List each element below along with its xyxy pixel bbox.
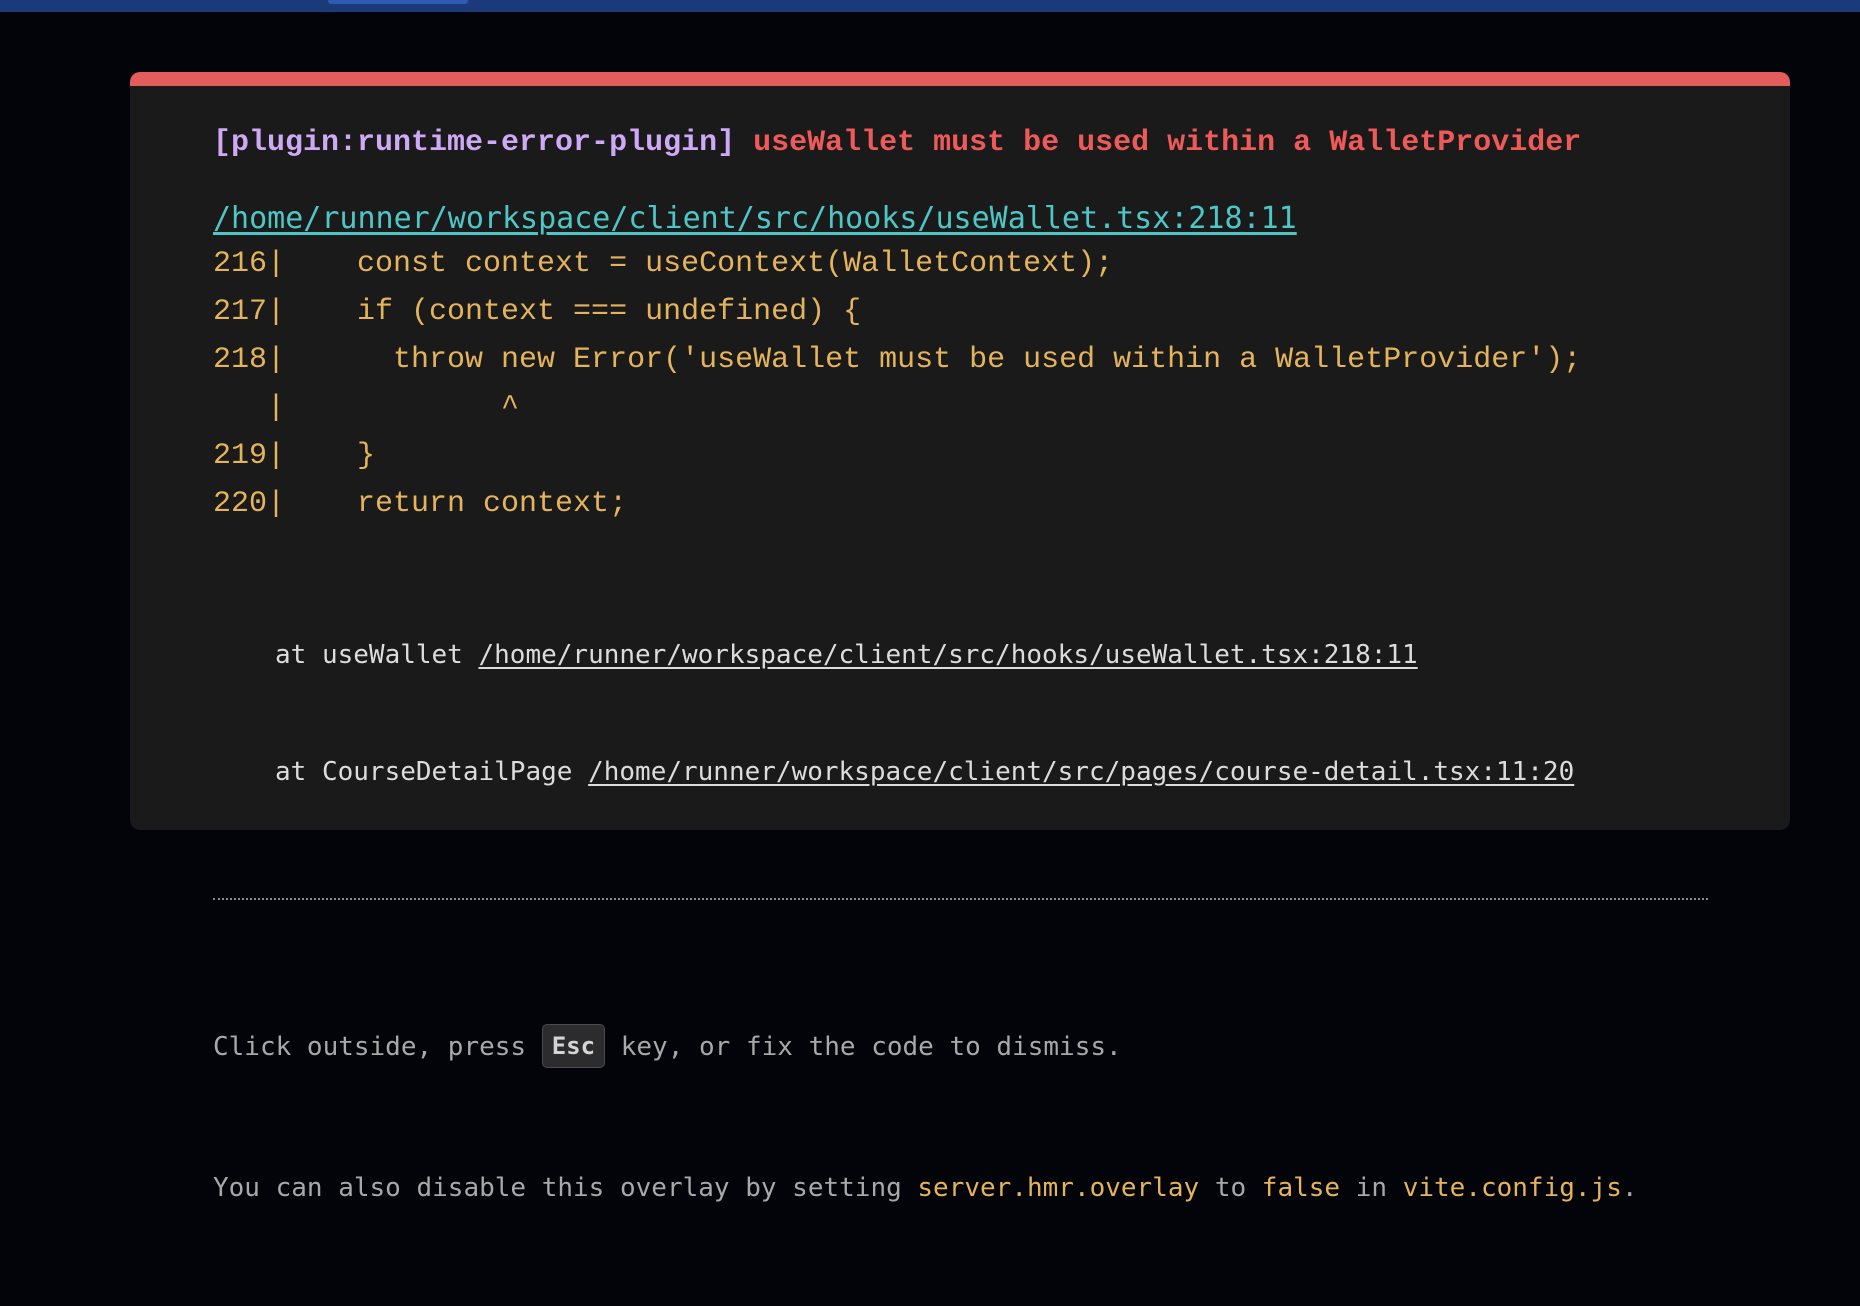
error-overlay-window: [plugin:runtime-error-plugin] useWallet … [130, 72, 1790, 1203]
code-frame-line: 216| const context = useContext(WalletCo… [213, 247, 1114, 281]
error-message: [plugin:runtime-error-plugin] useWallet … [213, 122, 1708, 164]
stack-frame: at useWallet /home/runner/workspace/clie… [275, 636, 1708, 675]
config-key-code: server.hmr.overlay [917, 1173, 1200, 1203]
stack-trace: at useWallet /home/runner/workspace/clie… [213, 558, 1708, 870]
code-frame-line: 218| throw new Error('useWallet must be … [213, 343, 1582, 377]
plugin-tag: [plugin:runtime-error-plugin] [213, 126, 736, 160]
code-frame: 216| const context = useContext(WalletCo… [213, 240, 1708, 528]
tip-text: key, or fix the code to dismiss. [605, 1032, 1122, 1062]
dismiss-tip: Click outside, press Esc key, or fix the… [213, 930, 1708, 1306]
tip-text: to [1199, 1173, 1262, 1203]
config-file-code: vite.config.js [1402, 1173, 1622, 1203]
esc-key-badge: Esc [541, 1023, 606, 1068]
stack-frame-link[interactable]: /home/runner/workspace/client/src/pages/… [588, 757, 1574, 787]
code-frame-line: 217| if (context === undefined) { [213, 295, 862, 329]
tip-line-config: You can also disable this overlay by set… [213, 1165, 1708, 1212]
stack-frame-function: at CourseDetailPage [275, 757, 589, 787]
stack-frame-function: at useWallet [275, 640, 479, 670]
tip-line-dismiss: Click outside, press Esc key, or fix the… [213, 1023, 1708, 1071]
tip-text: Click outside, press [213, 1032, 542, 1062]
top-bar-tab-indicator [328, 0, 468, 4]
tip-text: in [1340, 1173, 1403, 1203]
tip-divider [213, 898, 1708, 900]
browser-top-bar [0, 0, 1860, 12]
tip-text: . [1621, 1173, 1638, 1203]
error-message-text: useWallet must be used within a WalletPr… [735, 126, 1582, 160]
code-frame-line: 219| } [213, 439, 376, 473]
tip-text: You can also disable this overlay by set… [213, 1173, 918, 1203]
code-frame-caret-line: | ^ [213, 391, 520, 425]
code-frame-line: 220| return context; [213, 487, 628, 521]
stack-frame-link[interactable]: /home/runner/workspace/client/src/hooks/… [479, 640, 1418, 670]
stack-frame: at CourseDetailPage /home/runner/workspa… [275, 753, 1708, 792]
error-file-link[interactable]: /home/runner/workspace/client/src/hooks/… [213, 198, 1297, 240]
config-value-code: false [1261, 1173, 1341, 1203]
